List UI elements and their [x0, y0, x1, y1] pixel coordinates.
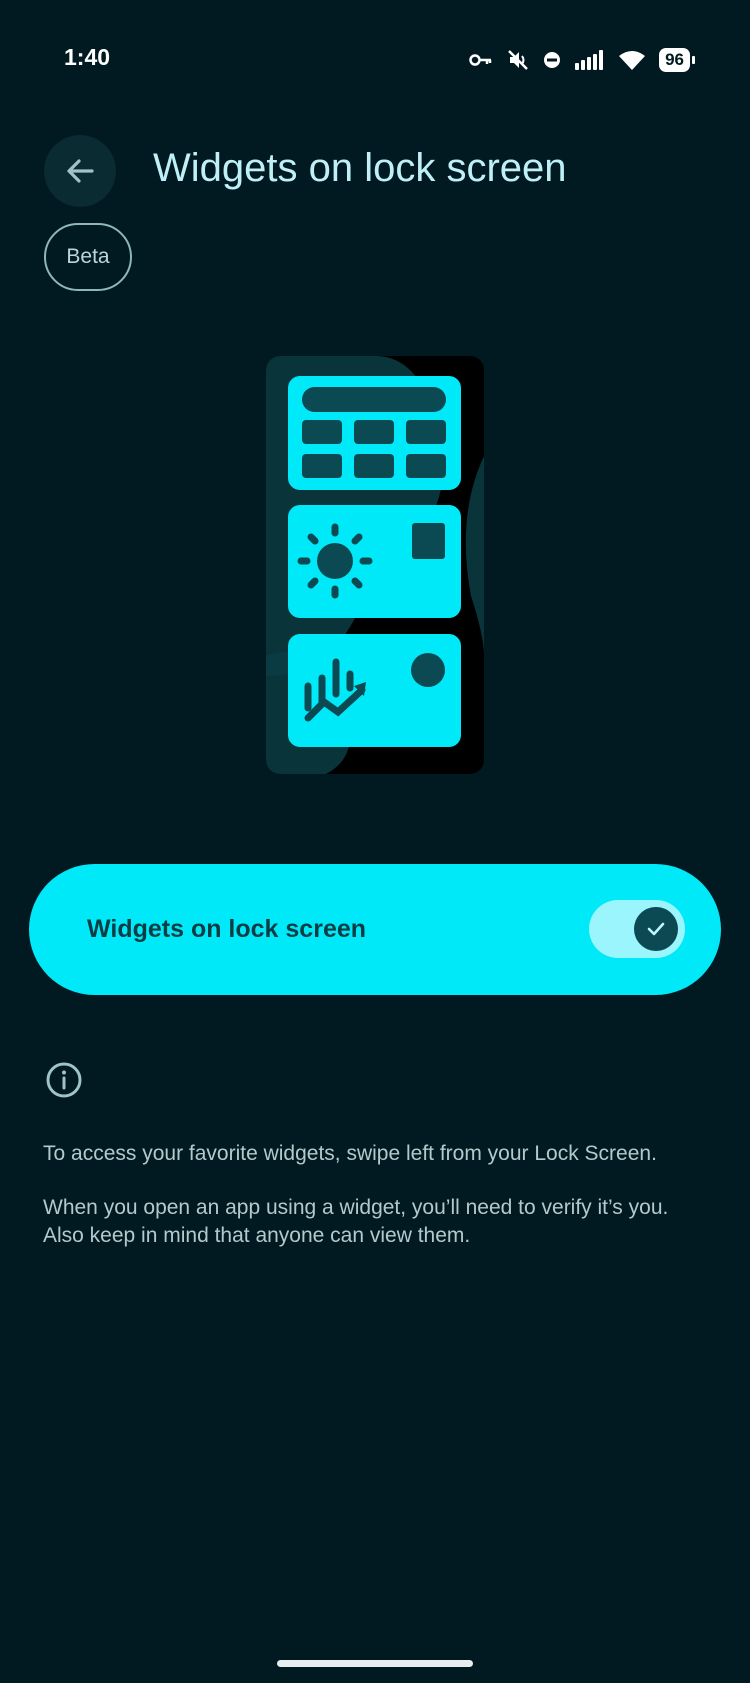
widgets-switch[interactable]: [589, 900, 685, 958]
do-not-disturb-icon: [544, 52, 561, 68]
arrow-left-icon: [67, 159, 94, 183]
wifi-icon: [619, 51, 646, 70]
calendar-widget: [288, 376, 461, 490]
status-time: 1:40: [64, 44, 111, 70]
info-paragraph-verify: When you open an app using a widget, you…: [43, 1196, 669, 1247]
vpn-key-icon: [469, 54, 492, 66]
info-icon: [46, 1062, 82, 1098]
battery-icon: 96: [659, 48, 695, 72]
beta-badge-label: Beta: [66, 245, 110, 268]
info-paragraph-swipe: To access your favorite widgets, swipe l…: [43, 1142, 657, 1165]
beta-badge: Beta: [44, 223, 132, 291]
signal-icon: [575, 50, 604, 70]
check-icon: [647, 922, 665, 936]
page-title: Widgets on lock screen: [153, 146, 567, 190]
status-bar: 1:40 96: [0, 0, 750, 120]
lock-screen-widgets-toggle-row[interactable]: Widgets on lock screen: [29, 864, 721, 995]
stocks-widget: [288, 634, 461, 747]
switch-thumb: [634, 907, 678, 951]
mute-icon: [508, 50, 528, 70]
back-button[interactable]: [44, 135, 116, 207]
widgets-illustration: [266, 356, 484, 774]
weather-widget: [288, 505, 461, 618]
gesture-navigation-bar[interactable]: [277, 1660, 473, 1667]
status-icons: 96: [469, 46, 695, 74]
